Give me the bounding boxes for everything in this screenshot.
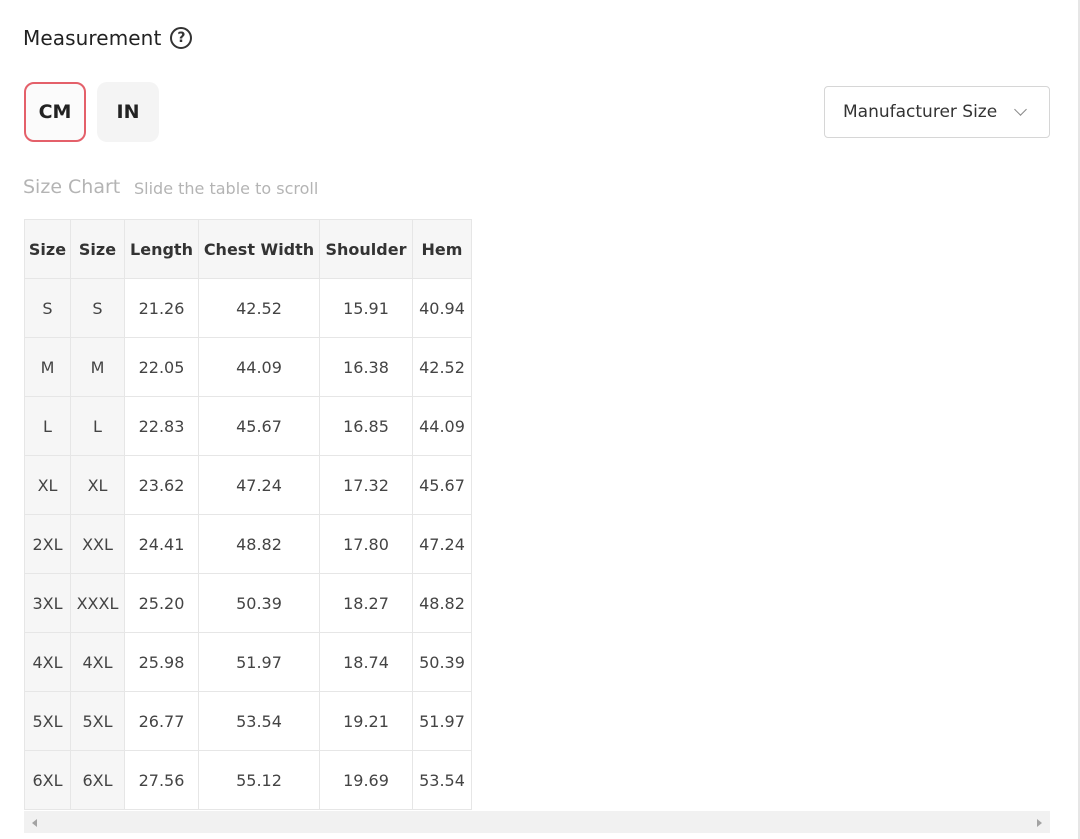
table-cell: 21.26 bbox=[124, 278, 199, 338]
table-cell: 45.67 bbox=[198, 396, 320, 456]
table-cell: S bbox=[70, 278, 125, 338]
column-header: Length bbox=[124, 219, 199, 279]
column-header: Shoulder bbox=[319, 219, 413, 279]
table-header-row: Size Size Length Chest Width Shoulder He… bbox=[24, 219, 472, 279]
table-cell: 48.82 bbox=[198, 514, 320, 574]
table-cell: 25.98 bbox=[124, 632, 199, 692]
table-cell: 4XL bbox=[24, 632, 71, 692]
table-cell: 23.62 bbox=[124, 455, 199, 515]
table-cell: M bbox=[24, 337, 71, 397]
chevron-down-icon bbox=[1014, 103, 1027, 116]
help-icon[interactable]: ? bbox=[170, 27, 193, 49]
table-cell: 4XL bbox=[70, 632, 125, 692]
table-cell: 40.94 bbox=[412, 278, 472, 338]
table-cell: 24.41 bbox=[124, 514, 199, 574]
table-row: XL XL 23.62 47.24 17.32 45.67 bbox=[24, 455, 472, 515]
table-cell: 5XL bbox=[24, 691, 71, 751]
table-row: 2XL XXL 24.41 48.82 17.80 47.24 bbox=[24, 514, 472, 574]
table-cell: 6XL bbox=[70, 750, 125, 810]
table-cell: 26.77 bbox=[124, 691, 199, 751]
table-cell: 5XL bbox=[70, 691, 125, 751]
table-cell: 15.91 bbox=[319, 278, 413, 338]
table-cell: 47.24 bbox=[198, 455, 320, 515]
table-row: 4XL 4XL 25.98 51.97 18.74 50.39 bbox=[24, 632, 472, 692]
table-cell: 42.52 bbox=[198, 278, 320, 338]
table-cell: M bbox=[70, 337, 125, 397]
table-cell: 16.85 bbox=[319, 396, 413, 456]
table-cell: 19.69 bbox=[319, 750, 413, 810]
table-cell: 2XL bbox=[24, 514, 71, 574]
size-chart-title: Size Chart bbox=[23, 176, 121, 198]
unit-in-button[interactable]: IN bbox=[97, 82, 159, 142]
table-row: 6XL 6XL 27.56 55.12 19.69 53.54 bbox=[24, 750, 472, 810]
scroll-right-arrow-icon[interactable] bbox=[1037, 819, 1042, 827]
table-row: L L 22.83 45.67 16.85 44.09 bbox=[24, 396, 472, 456]
table-cell: 17.80 bbox=[319, 514, 413, 574]
table-cell: 25.20 bbox=[124, 573, 199, 633]
table-cell: 48.82 bbox=[412, 573, 472, 633]
table-cell: 53.54 bbox=[412, 750, 472, 810]
table-cell: 19.21 bbox=[319, 691, 413, 751]
table-row: S S 21.26 42.52 15.91 40.94 bbox=[24, 278, 472, 338]
table-cell: 18.27 bbox=[319, 573, 413, 633]
table-cell: 27.56 bbox=[124, 750, 199, 810]
column-header: Size bbox=[24, 219, 71, 279]
table-cell: 6XL bbox=[24, 750, 71, 810]
measurement-title: Measurement bbox=[23, 26, 162, 50]
table-cell: 17.32 bbox=[319, 455, 413, 515]
column-header: Size bbox=[70, 219, 125, 279]
table-cell: XL bbox=[24, 455, 71, 515]
table-cell: 42.52 bbox=[412, 337, 472, 397]
table-cell: 44.09 bbox=[412, 396, 472, 456]
table-cell: 50.39 bbox=[412, 632, 472, 692]
scroll-left-arrow-icon[interactable] bbox=[32, 819, 37, 827]
size-chart-table: Size Size Length Chest Width Shoulder He… bbox=[24, 219, 472, 810]
table-cell: 51.97 bbox=[412, 691, 472, 751]
table-cell: 50.39 bbox=[198, 573, 320, 633]
size-chart-hint: Slide the table to scroll bbox=[134, 179, 319, 198]
table-cell: 51.97 bbox=[198, 632, 320, 692]
table-cell: 53.54 bbox=[198, 691, 320, 751]
table-cell: 18.74 bbox=[319, 632, 413, 692]
table-cell: 44.09 bbox=[198, 337, 320, 397]
table-cell: 22.05 bbox=[124, 337, 199, 397]
table-cell: 55.12 bbox=[198, 750, 320, 810]
table-row: 5XL 5XL 26.77 53.54 19.21 51.97 bbox=[24, 691, 472, 751]
column-header: Hem bbox=[412, 219, 472, 279]
table-cell: 16.38 bbox=[319, 337, 413, 397]
unit-cm-button[interactable]: CM bbox=[24, 82, 86, 142]
table-cell: XXXL bbox=[70, 573, 125, 633]
table-cell: S bbox=[24, 278, 71, 338]
table-cell: 47.24 bbox=[412, 514, 472, 574]
table-cell: 3XL bbox=[24, 573, 71, 633]
table-cell: L bbox=[70, 396, 125, 456]
table-cell: L bbox=[24, 396, 71, 456]
measurement-header: Measurement ? bbox=[23, 24, 193, 52]
table-cell: XL bbox=[70, 455, 125, 515]
table-cell: XXL bbox=[70, 514, 125, 574]
table-cell: 22.83 bbox=[124, 396, 199, 456]
size-type-select-value: Manufacturer Size bbox=[843, 102, 998, 122]
size-type-select[interactable]: Manufacturer Size bbox=[824, 86, 1050, 138]
table-cell: 45.67 bbox=[412, 455, 472, 515]
column-header: Chest Width bbox=[198, 219, 320, 279]
table-row: 3XL XXXL 25.20 50.39 18.27 48.82 bbox=[24, 573, 472, 633]
horizontal-scrollbar[interactable] bbox=[24, 811, 1050, 833]
table-row: M M 22.05 44.09 16.38 42.52 bbox=[24, 337, 472, 397]
